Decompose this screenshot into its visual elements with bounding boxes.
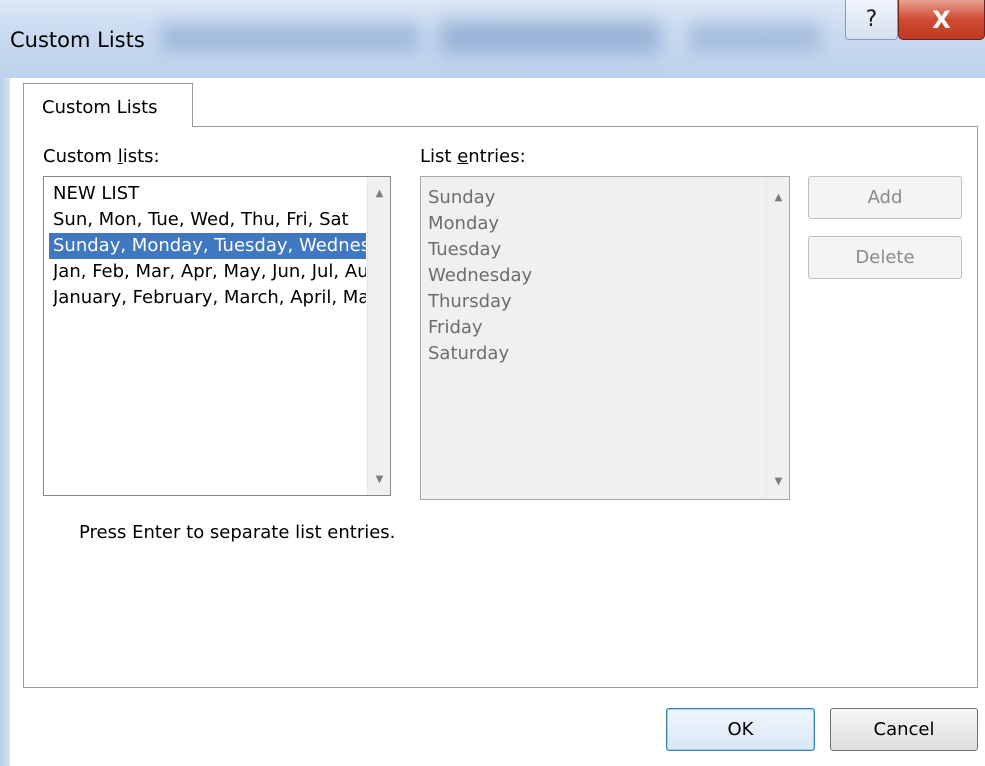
list-item[interactable]: Jan, Feb, Mar, Apr, May, Jun, Jul, Aug, … bbox=[53, 259, 366, 285]
scroll-up-icon[interactable]: ▲ bbox=[368, 183, 390, 203]
scroll-down-icon[interactable]: ▼ bbox=[368, 469, 390, 489]
custom-lists-label: Custom lists: bbox=[43, 146, 160, 167]
list-entries-scrollbar[interactable]: ▲ ▼ bbox=[766, 177, 789, 499]
list-entry: Thursday bbox=[428, 291, 512, 312]
custom-lists-label-suffix: ists: bbox=[122, 146, 160, 167]
add-button[interactable]: Add bbox=[808, 176, 962, 219]
list-item[interactable]: NEW LIST bbox=[53, 181, 366, 207]
scroll-up-icon[interactable]: ▲ bbox=[767, 187, 789, 207]
list-entries-label: List entries: bbox=[420, 146, 526, 167]
title-bar[interactable]: Custom Lists bbox=[0, 0, 985, 78]
custom-lists-listbox[interactable]: NEW LIST Sun, Mon, Tue, Wed, Thu, Fri, S… bbox=[43, 176, 391, 496]
list-entry: Wednesday bbox=[428, 265, 533, 286]
list-entry: Friday bbox=[428, 317, 483, 338]
list-entries-label-suffix: ntries: bbox=[468, 146, 526, 167]
delete-button[interactable]: Delete bbox=[808, 236, 962, 279]
custom-lists-scrollbar[interactable]: ▲ ▼ bbox=[367, 177, 390, 495]
custom-lists-label-prefix: Custom bbox=[43, 146, 118, 167]
tab-label: Custom Lists bbox=[42, 97, 158, 118]
list-item[interactable]: January, February, March, April, May, Ju… bbox=[53, 285, 366, 311]
list-entries-textarea[interactable]: Sunday Monday Tuesday Wednesday Thursday… bbox=[420, 176, 790, 500]
ok-button[interactable]: OK bbox=[666, 708, 815, 751]
list-item-selected[interactable]: Sunday, Monday, Tuesday, Wednesday, Thur… bbox=[49, 233, 366, 259]
cancel-button[interactable]: Cancel bbox=[830, 708, 978, 751]
list-entries-label-accel: e bbox=[457, 146, 469, 167]
close-icon: X bbox=[932, 5, 951, 34]
close-button[interactable]: X bbox=[898, 0, 985, 40]
help-icon: ? bbox=[865, 7, 878, 32]
list-item[interactable]: Sun, Mon, Tue, Wed, Thu, Fri, Sat bbox=[53, 207, 366, 233]
list-entries-label-prefix: List bbox=[420, 146, 458, 167]
window-border bbox=[0, 78, 10, 766]
help-button[interactable]: ? bbox=[845, 0, 898, 40]
list-entry: Saturday bbox=[428, 343, 510, 364]
scroll-down-icon[interactable]: ▼ bbox=[767, 471, 789, 491]
list-entry: Monday bbox=[428, 213, 500, 234]
list-entry: Sunday bbox=[428, 187, 496, 208]
list-entry: Tuesday bbox=[428, 239, 502, 260]
hint-text: Press Enter to separate list entries. bbox=[79, 522, 396, 543]
tab-custom-lists[interactable]: Custom Lists bbox=[23, 83, 193, 127]
window-title: Custom Lists bbox=[10, 28, 145, 52]
